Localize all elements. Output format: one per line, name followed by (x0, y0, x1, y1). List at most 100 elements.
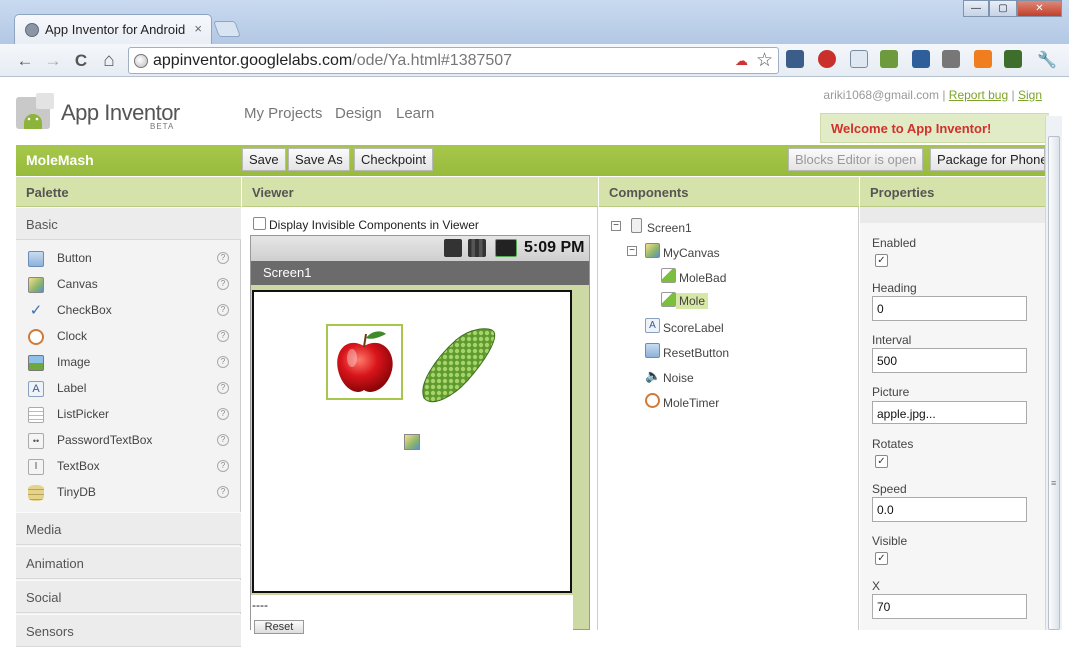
category-label: Social (26, 590, 62, 605)
url-path: /ode/Ya.html#1387507 (352, 52, 513, 69)
help-icon[interactable]: ? (217, 460, 229, 472)
palette-item-canvas[interactable]: Canvas ? (16, 272, 241, 298)
camera-extension-icon[interactable] (786, 50, 804, 68)
properties-subheader (860, 207, 1045, 223)
visible-checkbox[interactable]: ✓ (875, 552, 888, 565)
help-icon[interactable]: ? (217, 330, 229, 342)
palette-item-listpicker[interactable]: ListPicker ? (16, 402, 241, 428)
help-icon[interactable]: ? (217, 278, 229, 290)
collapse-toggle[interactable]: − (627, 246, 637, 256)
category-sensors[interactable]: Sensors (16, 614, 241, 647)
palette-item-label: Label (57, 381, 87, 395)
wrench-icon[interactable]: 🔧 (1036, 50, 1058, 72)
page-scrollbar[interactable]: ≡ (1045, 116, 1062, 630)
display-invisible-checkbox[interactable] (253, 217, 266, 230)
enabled-checkbox[interactable]: ✓ (875, 254, 888, 267)
url-host: appinventor.googlelabs.com (153, 52, 353, 69)
beta-badge: BETA (150, 122, 175, 131)
reload-button[interactable]: C (70, 50, 92, 72)
palette-header: Palette (16, 177, 241, 207)
save-as-button[interactable]: Save As (288, 148, 350, 171)
browser-titlebar: App Inventor for Android × — ▢ ✕ (0, 0, 1069, 44)
tag-extension-icon[interactable] (942, 50, 960, 68)
palette-item-passwordtextbox[interactable]: •• PasswordTextBox ? (16, 428, 241, 454)
label-icon: A (645, 318, 660, 333)
help-icon[interactable]: ? (217, 252, 229, 264)
help-icon[interactable]: ? (217, 434, 229, 446)
interval-input[interactable]: 500 (872, 348, 1027, 373)
cloud-icon[interactable]: ☁ (735, 53, 748, 69)
stop-extension-icon[interactable] (818, 50, 836, 68)
palette-item-label[interactable]: A Label ? (16, 376, 241, 402)
help-icon[interactable]: ? (217, 356, 229, 368)
clock-icon (645, 393, 660, 408)
back-button[interactable]: ← (14, 50, 36, 72)
tree-node-label: ScoreLabel (663, 321, 724, 335)
tab-title: App Inventor for Android (45, 22, 186, 37)
image-icon (28, 355, 44, 371)
help-icon[interactable]: ? (217, 304, 229, 316)
password-icon: •• (28, 433, 44, 449)
rotates-checkbox[interactable]: ✓ (875, 455, 888, 468)
help-icon[interactable]: ? (217, 486, 229, 498)
my-canvas[interactable] (252, 290, 572, 593)
evernote-clip-extension-icon[interactable] (880, 50, 898, 68)
speed-input[interactable]: 0.0 (872, 497, 1027, 522)
display-invisible-label: Display Invisible Components in Viewer (269, 218, 479, 232)
palette-item-clock[interactable]: Clock ? (16, 324, 241, 350)
palette-item-image[interactable]: Image ? (16, 350, 241, 376)
palette-panel: Basic Button ? Canvas ? ✓ CheckBox ? Clo… (16, 207, 241, 647)
maximize-button[interactable]: ▢ (989, 0, 1017, 17)
download-extension-icon[interactable] (912, 50, 930, 68)
bookmark-star-icon[interactable]: ☆ (756, 49, 773, 72)
report-bug-link[interactable]: Report bug (949, 88, 1008, 102)
properties-title: Properties (870, 185, 935, 200)
molebad-sprite[interactable] (418, 324, 498, 404)
palette-item-textbox[interactable]: I TextBox ? (16, 454, 241, 480)
blogger-extension-icon[interactable] (974, 50, 992, 68)
x-input[interactable]: 70 (872, 594, 1027, 619)
page-info-icon[interactable] (134, 54, 148, 68)
ie-tab-extension-icon[interactable] (850, 50, 868, 68)
help-icon[interactable]: ? (217, 408, 229, 420)
address-bar[interactable]: appinventor.googlelabs.com/ode/Ya.html#1… (128, 47, 779, 74)
nav-my-projects[interactable]: My Projects (244, 105, 322, 122)
score-label: ---- (252, 598, 268, 612)
blocks-editor-button[interactable]: Blocks Editor is open (788, 148, 924, 171)
mole-sprite[interactable] (326, 324, 403, 400)
checkpoint-button[interactable]: Checkpoint (354, 148, 434, 171)
palette-item-button[interactable]: Button ? (16, 246, 241, 272)
url-text: appinventor.googlelabs.com/ode/Ya.html#1… (153, 52, 512, 70)
evernote-extension-icon[interactable] (1004, 50, 1022, 68)
nav-learn[interactable]: Learn (396, 105, 434, 122)
heading-input[interactable]: 0 (872, 296, 1027, 321)
palette-item-checkbox[interactable]: ✓ CheckBox ? (16, 298, 241, 324)
category-media[interactable]: Media (16, 512, 241, 545)
screen-title-bar: Screen1 (251, 261, 589, 285)
tab-close-icon[interactable]: × (194, 21, 202, 36)
category-basic[interactable]: Basic (16, 207, 241, 240)
collapse-toggle[interactable]: − (611, 221, 621, 231)
new-tab-button[interactable] (213, 21, 241, 37)
screen-title: Screen1 (263, 265, 312, 280)
scrollbar-thumb[interactable] (1048, 136, 1060, 630)
category-animation[interactable]: Animation (16, 546, 241, 579)
minimize-button[interactable]: — (963, 0, 989, 17)
home-button[interactable]: ⌂ (98, 50, 120, 72)
sign-out-link[interactable]: Sign (1018, 88, 1042, 102)
forward-button[interactable]: → (42, 50, 64, 72)
phone-status-bar: 5:09 PM (251, 236, 589, 261)
sprite-icon (661, 268, 676, 283)
save-button[interactable]: Save (242, 148, 286, 171)
heading-label: Heading (872, 281, 917, 295)
browser-tab[interactable]: App Inventor for Android × (14, 14, 212, 44)
account-bar: ariki1068@gmail.com | Report bug | Sign (823, 88, 1042, 102)
nav-design[interactable]: Design (335, 105, 382, 122)
window-close-button[interactable]: ✕ (1017, 0, 1062, 17)
category-social[interactable]: Social (16, 580, 241, 613)
help-icon[interactable]: ? (217, 382, 229, 394)
picture-picker[interactable]: apple.jpg... (872, 401, 1027, 424)
palette-item-tinydb[interactable]: TinyDB ? (16, 480, 241, 506)
package-for-phone-button[interactable]: Package for Phone (930, 148, 1045, 171)
reset-button[interactable]: Reset (254, 620, 304, 634)
